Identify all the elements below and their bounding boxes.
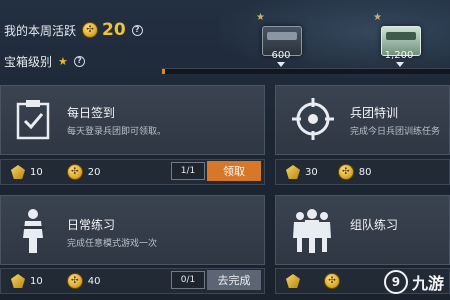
activity-help-icon[interactable]: ? bbox=[131, 24, 143, 36]
clipboard-check-icon bbox=[16, 100, 50, 140]
task-card-legion-training: 兵团特训 完成今日兵团训练任务 bbox=[275, 85, 450, 155]
coin-icon: ✣ bbox=[66, 273, 83, 289]
milestone-star-icon: ★ bbox=[373, 12, 382, 23]
task-card-daily-signin: 每日签到 每天登录兵团即可领取。 bbox=[0, 85, 265, 155]
coin-icon: ✣ bbox=[337, 164, 354, 180]
task-title: 组队练习 bbox=[350, 218, 399, 232]
weekly-activity-row: 我的本周活跃 ✣ 20 ? bbox=[4, 20, 143, 40]
soldier-icon bbox=[21, 209, 45, 253]
task-card-squad-practice: 组队练习 bbox=[275, 195, 450, 265]
reward-gem-value: 10 bbox=[30, 166, 43, 178]
reward-coin: ✣ 80 bbox=[337, 164, 372, 180]
watermark-text: 九游 bbox=[411, 274, 444, 293]
chest-marker-icon bbox=[277, 62, 285, 67]
reward-coin: ✣ 40 bbox=[66, 273, 101, 289]
coin-icon: ✣ bbox=[324, 273, 340, 289]
chest-marker-icon bbox=[396, 62, 404, 67]
coin-icon: ✣ bbox=[66, 164, 83, 180]
reward-gem: 10 bbox=[11, 274, 43, 288]
gem-icon bbox=[11, 274, 25, 288]
task-reward-strip: 30 ✣ 80 bbox=[275, 159, 450, 185]
task-title: 兵团特训 bbox=[350, 106, 399, 120]
reward-coin-value: 40 bbox=[87, 275, 101, 287]
task-description: 每天登录兵团即可领取。 bbox=[67, 127, 167, 137]
task-description: 完成任意模式游戏一次 bbox=[67, 239, 158, 249]
reward-gem-value: 30 bbox=[305, 166, 318, 178]
gem-icon bbox=[11, 165, 25, 179]
task-card-daily-practice: 日常练习 完成任意模式游戏一次 bbox=[0, 195, 265, 265]
reward-gem bbox=[286, 274, 300, 288]
task-progress-count: 0/1 bbox=[171, 271, 205, 289]
reward-coin: ✣ 20 bbox=[66, 164, 101, 180]
reward-gem-value: 10 bbox=[30, 275, 43, 287]
reward-coin-value: 20 bbox=[87, 166, 101, 178]
task-title: 每日签到 bbox=[67, 106, 116, 120]
task-progress-count: 1/1 bbox=[171, 162, 205, 180]
gem-icon bbox=[286, 165, 300, 179]
activity-coin-icon: ✣ bbox=[82, 22, 99, 38]
chest-progress-bar bbox=[162, 68, 450, 74]
star-icon: ★ bbox=[58, 55, 68, 68]
task-title: 日常练习 bbox=[67, 218, 116, 232]
chest-threshold-label: 1,200 bbox=[384, 50, 414, 61]
reward-coin-value: 80 bbox=[358, 166, 372, 178]
crosshair-icon bbox=[292, 98, 334, 140]
milestone-star-icon: ★ bbox=[256, 12, 265, 23]
watermark-logo-icon: 9 bbox=[383, 270, 408, 294]
weekly-activity-value: 20 bbox=[102, 20, 126, 40]
reward-coin: ✣ bbox=[324, 273, 340, 289]
task-description: 完成今日兵团训练任务 bbox=[350, 127, 441, 137]
claim-button[interactable]: 领取 bbox=[207, 161, 261, 181]
gem-icon bbox=[286, 274, 300, 288]
chest-progress-fill bbox=[162, 69, 165, 74]
site-watermark: 9 九游 bbox=[383, 270, 444, 294]
chest-level-help-icon[interactable]: ? bbox=[73, 56, 85, 67]
squad-icon bbox=[293, 209, 331, 253]
go-complete-button[interactable]: 去完成 bbox=[207, 270, 261, 290]
chest-level-row: 宝箱级别 ★ ? bbox=[4, 53, 85, 70]
reward-gem: 30 bbox=[286, 165, 318, 179]
weekly-activity-label: 我的本周活跃 bbox=[4, 23, 77, 38]
chest-threshold-label: 600 bbox=[271, 50, 291, 61]
chest-level-label: 宝箱级别 bbox=[4, 55, 53, 69]
reward-gem: 10 bbox=[11, 165, 43, 179]
